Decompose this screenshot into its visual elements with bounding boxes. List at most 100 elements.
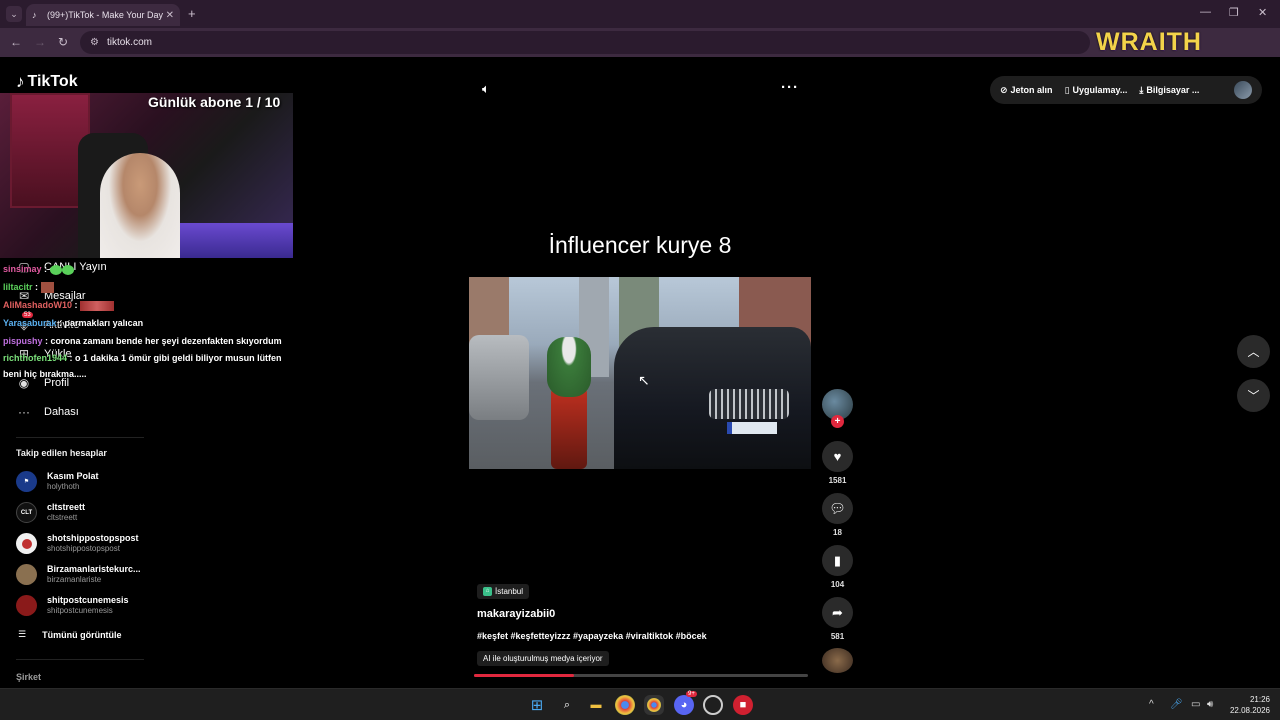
close-tab-icon[interactable]: ✕ bbox=[166, 10, 174, 21]
tiktok-page: ♪ TikTok Günlük abone 1 / 10 ▢ CANLI Yay… bbox=[0, 57, 1280, 688]
share-count: 581 bbox=[830, 632, 845, 641]
chat-message: beni hiç bırakma..... bbox=[3, 366, 87, 383]
get-app-label: Uygulamay... bbox=[1072, 85, 1128, 95]
comment-icon: 💬︎ bbox=[829, 500, 846, 516]
following-name: cltstreett bbox=[47, 502, 86, 512]
emote-icon bbox=[61, 264, 74, 275]
new-tab-button[interactable]: + bbox=[188, 6, 196, 21]
site-info-icon[interactable]: ⚙ bbox=[90, 37, 99, 48]
tiktok-favicon-icon: ♪ bbox=[32, 10, 37, 20]
phone-icon: ▯ bbox=[1064, 84, 1070, 95]
emote-icon bbox=[80, 300, 115, 311]
avatar bbox=[16, 564, 37, 585]
video-hashtags[interactable]: #keşfet #keşfetteyizzz #yapayzeka #viral… bbox=[477, 631, 707, 641]
more-options-icon[interactable]: ··· bbox=[781, 79, 799, 96]
chat-text: : corona zamanı bende her şeyi dezenfakt… bbox=[42, 336, 282, 346]
following-handle: cltstreett bbox=[47, 513, 78, 522]
chat-text: beni hiç bırakma..... bbox=[3, 369, 87, 379]
following-name: shotshippostopspost bbox=[47, 533, 139, 543]
location-label: İstanbul bbox=[495, 587, 524, 596]
logo-text: TikTok bbox=[27, 73, 78, 90]
microphone-icon[interactable]: 🎤︎ bbox=[1170, 699, 1183, 710]
next-video-button[interactable]: ﹀ bbox=[1237, 379, 1270, 412]
chat-user: AliMashadoW10 bbox=[3, 300, 73, 310]
forward-button[interactable]: → bbox=[34, 35, 46, 49]
desktop-app-button[interactable]: ⤓ Bilgisayar ... bbox=[1139, 85, 1199, 96]
company-link[interactable]: Şirket bbox=[16, 672, 41, 682]
tray-overflow-icon[interactable]: ^ bbox=[1149, 699, 1154, 710]
chat-text: : o 1 dakika 1 ömür gibi geldi biliyor m… bbox=[67, 353, 282, 363]
browser-toolbar: ← → ↻ ⚙ tiktok.com ⋮ bbox=[0, 28, 1280, 77]
tab-search-button[interactable]: ⌄ bbox=[6, 6, 22, 22]
following-handle: shotshippostopspost bbox=[47, 544, 120, 553]
top-action-bar: ⊘ Jeton alın ▯ Uygulamay... ⤓ Bilgisayar ..… bbox=[990, 76, 1262, 104]
search-icon[interactable]: ⌕ bbox=[557, 695, 577, 715]
music-disc-icon[interactable] bbox=[822, 648, 853, 673]
following-name: Kasım Polat bbox=[47, 471, 99, 481]
chrome-active-icon[interactable] bbox=[644, 695, 664, 715]
like-button[interactable]: ♥ bbox=[822, 441, 853, 472]
chat-text: : bbox=[41, 264, 48, 274]
following-item[interactable]: shitpostcunemesis shitpostcunemesis bbox=[16, 595, 129, 616]
back-button[interactable]: ← bbox=[10, 35, 22, 49]
following-handle: birzamanlariste bbox=[47, 575, 102, 584]
discord-icon[interactable]: ◕ 9+ bbox=[674, 691, 697, 715]
previous-video-button[interactable]: ︿ bbox=[1237, 335, 1270, 368]
sub-goal-overlay: Günlük abone 1 / 10 bbox=[148, 94, 281, 110]
get-app-button[interactable]: ▯ Uygulamay... bbox=[1065, 85, 1128, 96]
get-coins-button[interactable]: ⊘ Jeton alın bbox=[1000, 85, 1053, 96]
chrome-icon[interactable] bbox=[615, 695, 635, 715]
app-icon[interactable]: ■ bbox=[733, 695, 753, 715]
network-icon[interactable]: ▭ bbox=[1191, 699, 1200, 710]
following-item[interactable]: shotshippostopspost shotshippostopspost bbox=[16, 533, 139, 554]
location-icon: ⌂ bbox=[483, 587, 492, 596]
show-all-following-button[interactable]: ☰ Tümünü görüntüle bbox=[18, 629, 122, 640]
reload-button[interactable]: ↻ bbox=[58, 35, 68, 49]
streamer-webcam bbox=[0, 93, 293, 258]
chevron-up-icon: ︿ bbox=[1247, 345, 1260, 359]
volume-icon[interactable]: 🔈︎ bbox=[482, 81, 490, 97]
mouse-cursor-icon: ↖ bbox=[638, 372, 650, 388]
system-clock[interactable]: 21:26 22.08.2026 bbox=[1224, 694, 1270, 716]
following-handle: holythoth bbox=[47, 482, 80, 491]
following-item[interactable]: Birzamanlaristekurc... birzamanlariste bbox=[16, 564, 141, 585]
following-item[interactable]: CLT cltstreett cltstreett bbox=[16, 502, 85, 523]
browser-tab[interactable]: ♪ (99+)TikTok - Make Your Day ✕ bbox=[26, 4, 180, 26]
video-title: İnfluencer kurye 8 bbox=[548, 232, 732, 258]
obs-icon[interactable] bbox=[703, 695, 723, 715]
location-tag[interactable]: ⌂ İstanbul bbox=[477, 584, 530, 599]
close-window-button[interactable]: ✕ bbox=[1258, 6, 1267, 19]
avatar bbox=[16, 595, 37, 616]
following-item[interactable]: ⚑ Kasım Polat holythoth bbox=[16, 471, 99, 492]
sidebar-divider bbox=[16, 659, 144, 660]
chat-user: sinsimay bbox=[3, 264, 42, 274]
emote-icon bbox=[40, 282, 54, 294]
coin-icon: ⊘ bbox=[1000, 84, 1008, 95]
tiktok-logo[interactable]: ♪ TikTok bbox=[16, 72, 78, 92]
tiktok-note-icon: ♪ bbox=[16, 72, 25, 91]
maximize-button[interactable]: ❐ bbox=[1229, 6, 1239, 19]
clock-time: 21:26 bbox=[1249, 695, 1270, 704]
chat-message: pispushy : corona zamanı bende her şeyi … bbox=[3, 333, 282, 350]
minimize-button[interactable]: — bbox=[1200, 6, 1211, 18]
file-explorer-icon[interactable]: ▬ bbox=[586, 695, 606, 715]
like-count: 1581 bbox=[828, 476, 847, 485]
chat-text: : parmakları yalıcan bbox=[56, 318, 144, 328]
chat-text: : bbox=[72, 300, 78, 310]
volume-tray-icon[interactable]: 🔊︎ bbox=[1207, 699, 1213, 710]
share-button[interactable]: ➦ bbox=[822, 597, 853, 628]
windows-start-icon[interactable]: ⊞ bbox=[527, 695, 547, 715]
chat-message: Yarasaburak : parmakları yalıcan bbox=[3, 315, 143, 332]
video-author[interactable]: makarayizabii0 bbox=[477, 608, 555, 620]
following-title: Takip edilen hesaplar bbox=[16, 448, 107, 458]
video-progress-bar[interactable] bbox=[474, 674, 808, 677]
list-icon: ☰ bbox=[18, 629, 27, 639]
sidebar-item-more[interactable]: ··· Dahası bbox=[16, 405, 79, 419]
avatar: CLT bbox=[16, 502, 37, 523]
address-bar[interactable]: ⚙ tiktok.com bbox=[80, 31, 1090, 54]
comment-button[interactable]: 💬︎ bbox=[822, 493, 853, 524]
user-avatar[interactable] bbox=[1234, 81, 1252, 99]
bookmark-button[interactable]: ▮ bbox=[822, 545, 853, 576]
follow-plus-icon[interactable]: + bbox=[831, 415, 844, 428]
chat-message: sinsimay : bbox=[3, 261, 74, 278]
